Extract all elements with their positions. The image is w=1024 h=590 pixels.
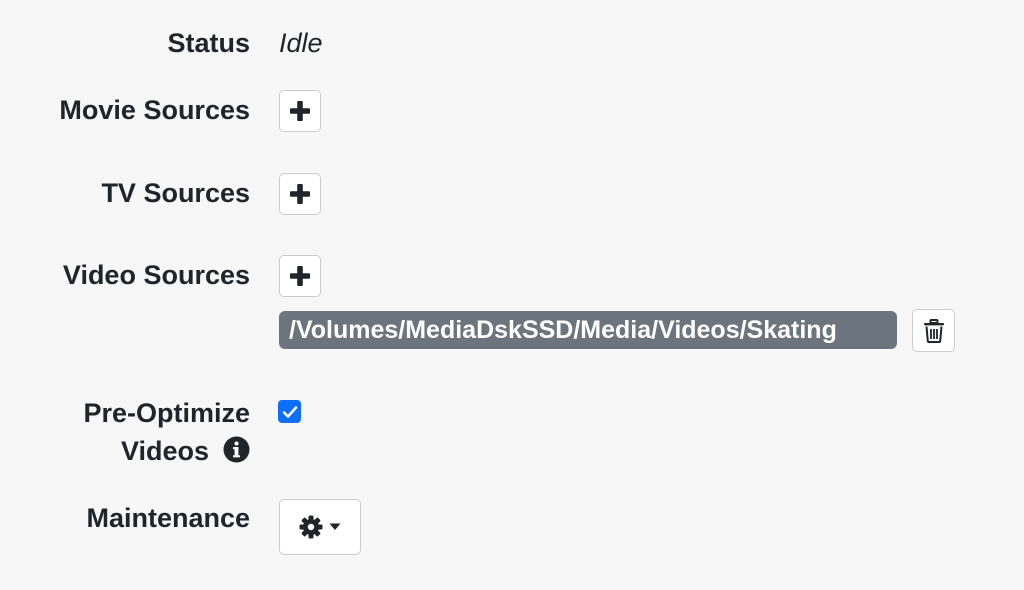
pre-optimize-checkbox[interactable] <box>278 400 301 423</box>
pre-optimize-label-line1: Pre-Optimize <box>83 398 250 428</box>
video-source-path-badge: /Volumes/MediaDskSSD/Media/Videos/Skatin… <box>279 311 897 349</box>
add-movie-source-button[interactable] <box>279 90 321 132</box>
tv-sources-label: TV Sources <box>101 178 250 208</box>
plus-icon <box>290 184 310 204</box>
caret-down-icon <box>329 523 341 530</box>
checkmark-icon <box>282 405 297 418</box>
maintenance-dropdown-button[interactable] <box>279 499 361 555</box>
pre-optimize-label: Pre-Optimize Videos <box>83 394 250 473</box>
info-circle-icon[interactable] <box>223 435 250 473</box>
trash-icon <box>923 318 944 343</box>
video-sources-label: Video Sources <box>62 260 250 290</box>
gear-icon <box>299 515 323 539</box>
add-video-source-button[interactable] <box>279 255 321 297</box>
settings-form: Status Idle Movie Sources TV Sources Vid… <box>0 0 1024 590</box>
plus-icon <box>290 266 310 286</box>
maintenance-label: Maintenance <box>86 503 250 533</box>
delete-video-source-button[interactable] <box>912 309 955 352</box>
add-tv-source-button[interactable] <box>279 173 321 215</box>
movie-sources-label: Movie Sources <box>59 95 250 125</box>
pre-optimize-label-line2: Videos <box>120 436 209 466</box>
status-label: Status <box>167 28 250 58</box>
plus-icon <box>290 101 310 121</box>
status-value: Idle <box>279 28 323 58</box>
